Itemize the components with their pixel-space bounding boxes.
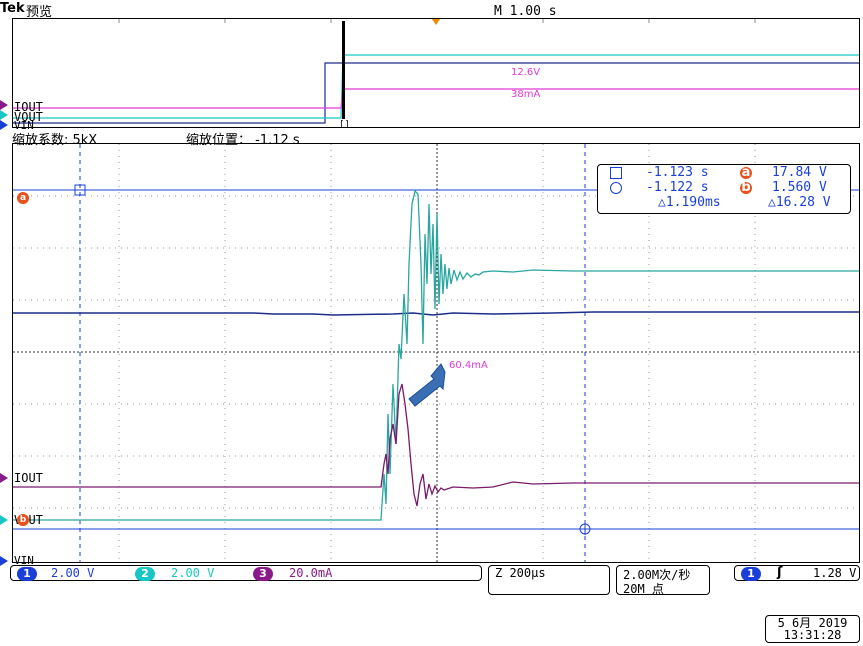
trigger-box[interactable]: 1 ʃ 1.28 V: [734, 565, 860, 581]
top-status-bar: Tek 预览 M 1.00 s: [0, 0, 863, 20]
ch2-chip[interactable]: 2: [135, 567, 155, 581]
svg-text:[]: []: [339, 120, 350, 127]
main-waveform-window[interactable]: 60.4mA -1.123 s a 17.84 V -1.122 s b 1.5…: [12, 143, 860, 563]
trigger-position-marker: [432, 19, 440, 25]
datetime-box: 5 6月 2019 13:31:28: [765, 615, 860, 643]
main-label-iout: IOUT: [14, 471, 43, 485]
cursor-b-time: -1.122 s: [646, 180, 709, 195]
trigger-level: 1.28 V: [813, 566, 857, 580]
square-cursor-icon: [610, 167, 622, 179]
cursor-delta-time: △1.190ms: [658, 195, 721, 210]
cursor-b-value: 1.560 V: [772, 180, 827, 195]
cursor-readout[interactable]: -1.123 s a 17.84 V -1.122 s b 1.560 V △1…: [597, 164, 851, 214]
horizontal-scale-box[interactable]: Z 200µs: [488, 565, 610, 595]
overview-voltage-annotation: 12.6V: [511, 67, 541, 78]
cursor-a-time: -1.123 s: [646, 165, 709, 180]
zoom-horizontal-scale: Z 200µs: [495, 566, 546, 580]
overview-vin-trace: [13, 62, 859, 124]
cursor-a-value: 17.84 V: [772, 165, 827, 180]
trigger-slope-icon: ʃ: [777, 565, 783, 580]
record-length: 20M 点: [623, 582, 664, 596]
time-text: 13:31:28: [783, 628, 842, 642]
overview-current-annotation: 38mA: [511, 89, 541, 100]
main-vout-trace: [13, 189, 859, 521]
cursor-a-marker-icon: a: [740, 165, 752, 180]
ch3-chip[interactable]: 3: [253, 567, 273, 581]
channel-scales-box[interactable]: 1 2.00 V 2 2.00 V 3 20.0mA: [10, 565, 482, 581]
overview-iout-trace: [13, 88, 859, 109]
cursor-b-marker-icon: b: [740, 180, 752, 195]
main-timebase: M 1.00 s: [494, 4, 557, 19]
cursor-b-level-icon: b: [17, 514, 29, 526]
ch1-scale: 2.00 V: [51, 566, 95, 580]
acquisition-box[interactable]: 2.00M次/秒 20M 点: [616, 565, 710, 596]
bottom-settings-bar: 1 2.00 V 2 2.00 V 3 20.0mA Z 200µs 2.00M…: [10, 565, 860, 596]
main-vin-trace: [13, 311, 859, 316]
zoom-window-indicator: [342, 21, 345, 119]
ch2-scale: 2.00 V: [171, 566, 215, 580]
trigger-channel-chip: 1: [741, 567, 761, 581]
ch1-chip[interactable]: 1: [17, 567, 37, 581]
cursor-a-level-icon: a: [17, 192, 29, 204]
peak-current-annotation: 60.4mA: [449, 360, 488, 371]
ch3-scale: 20.0mA: [289, 566, 333, 580]
cursor-delta-value: △16.28 V: [768, 195, 831, 210]
brand-logo: Tek: [0, 1, 25, 16]
circle-cursor-icon: [610, 182, 622, 194]
overview-waveform-window[interactable]: [] 12.6V 38mA: [12, 18, 860, 128]
peak-arrow-icon: [408, 363, 446, 407]
main-iout-trace: [13, 383, 859, 507]
overview-traces: []: [13, 19, 859, 127]
